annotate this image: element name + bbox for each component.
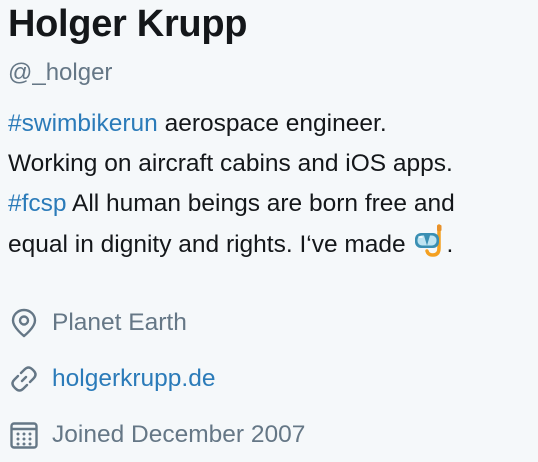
- joined-text: Joined December 2007: [52, 421, 306, 448]
- profile-handle[interactable]: @_holger: [8, 58, 534, 88]
- profile-location: Planet Earth: [8, 303, 528, 343]
- website-link[interactable]: holgerkrupp.de: [52, 365, 215, 393]
- bio-text-end: .: [446, 231, 454, 258]
- profile-header: Holger Krupp @_holger #swimbikerun aeros…: [8, 0, 534, 264]
- hashtag-swimbikerun[interactable]: #swimbikerun: [8, 110, 158, 137]
- bio-line-1: #swimbikerun aerospace engineer.: [8, 104, 534, 144]
- bio-text: equal in dignity and rights. I‘ve made: [8, 231, 413, 258]
- bio-text: All human beings are born free and: [66, 190, 455, 217]
- bio-text: aerospace engineer.: [157, 110, 387, 137]
- profile-name: Holger Krupp: [8, 3, 248, 45]
- profile-bio: #swimbikerun aerospace engineer. Working…: [8, 104, 534, 264]
- map-pin-icon: [8, 307, 40, 339]
- bio-line-2: Working on aircraft cabins and iOS apps.: [8, 150, 453, 177]
- bio-line-4: equal in dignity and rights. I‘ve made .: [8, 224, 534, 264]
- location-text: Planet Earth: [52, 309, 187, 336]
- link-icon: [8, 363, 40, 395]
- calendar-icon: [8, 419, 40, 451]
- profile-website[interactable]: holgerkrupp.de: [8, 359, 528, 399]
- bio-line-3: #fcsp All human beings are born free and: [8, 184, 534, 224]
- profile-joined: Joined December 2007: [8, 415, 528, 455]
- hashtag-fcsp[interactable]: #fcsp: [8, 190, 67, 217]
- diving-mask-icon: [413, 224, 447, 258]
